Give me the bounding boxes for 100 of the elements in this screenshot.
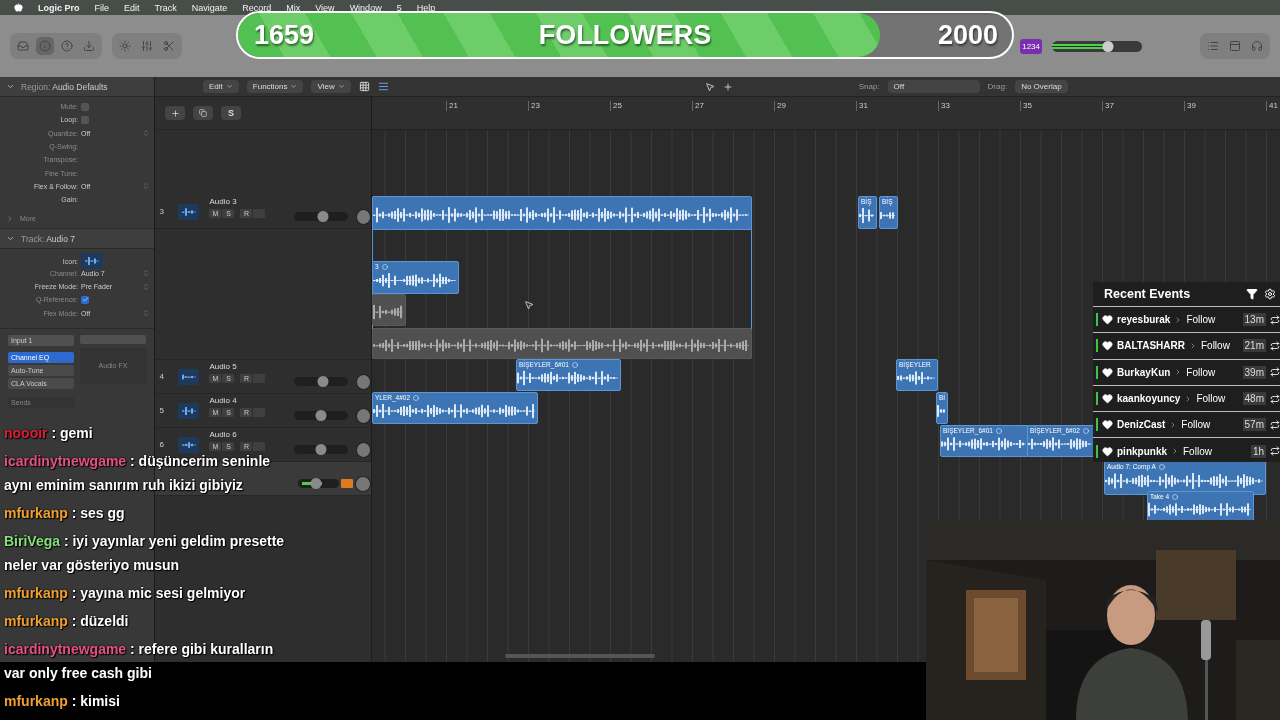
replay-icon[interactable] (1270, 340, 1280, 351)
loop-icon (571, 361, 578, 368)
menu-item[interactable]: Navigate (191, 2, 228, 13)
list-view-icon[interactable] (377, 81, 389, 92)
menu-item[interactable]: File (94, 2, 110, 13)
slider-thumb[interactable] (315, 410, 327, 421)
audio-region[interactable] (372, 294, 406, 326)
settings-icon[interactable] (1264, 288, 1276, 300)
bar-number: 33 (938, 101, 950, 111)
master-volume-slider[interactable] (1052, 40, 1142, 52)
waveform-drawing (85, 256, 99, 267)
pan-knob[interactable] (355, 373, 371, 390)
loop-icon (1082, 427, 1089, 434)
drag-label: Drag: (987, 82, 1008, 91)
bar-number: 21 (446, 101, 458, 111)
heart-icon (1102, 340, 1113, 352)
chevron-down-icon (225, 83, 233, 90)
menu-item[interactable]: Logic Pro (38, 2, 80, 13)
waveform-drawing (937, 402, 945, 420)
goal-count: 2000 (937, 19, 998, 51)
loop-icon (381, 263, 388, 270)
audio-region[interactable] (372, 328, 752, 359)
loop-icon (1172, 493, 1179, 500)
add-track-button[interactable] (165, 106, 185, 120)
volume-slider[interactable] (294, 212, 348, 221)
event-user: BurkayKun (1117, 366, 1171, 378)
loop-icon (413, 394, 420, 401)
menu-button[interactable]: Functions (246, 80, 304, 93)
replay-icon[interactable] (1270, 446, 1280, 457)
event-user: pinkpunkk (1117, 445, 1167, 457)
menu-item[interactable]: Help (416, 2, 436, 13)
loop-icon (995, 427, 1002, 434)
menu-item[interactable]: Mix (286, 2, 301, 13)
pan-knob[interactable] (355, 407, 371, 424)
menu-button[interactable]: View (311, 80, 351, 93)
event-time: 48m (1242, 392, 1266, 406)
waveform-icon[interactable] (81, 253, 103, 270)
menu-item[interactable]: Edit (124, 2, 140, 13)
chat-message: mfurkanp : kimisi (4, 692, 120, 711)
duplicate-track-button[interactable] (193, 106, 213, 120)
track-name[interactable]: Audio 3 (209, 197, 288, 207)
checkbox[interactable] (81, 115, 89, 124)
crosshair-tool-icon[interactable] (722, 81, 733, 92)
bar-number: 23 (528, 101, 540, 111)
event-time: 21m (1242, 339, 1266, 353)
drag-dropdown[interactable]: No Overlap (1015, 80, 1068, 93)
input-monitor-button[interactable] (341, 479, 354, 488)
slider-thumb[interactable] (310, 478, 322, 489)
filter-icon[interactable] (1246, 288, 1258, 300)
count-in-badge[interactable]: 1234 (1020, 38, 1042, 54)
bar-number: 29 (774, 101, 786, 111)
menu-item[interactable]: 5 (396, 2, 402, 13)
pointer-tool-icon[interactable] (704, 81, 715, 92)
bar-number: 31 (856, 101, 868, 111)
replay-icon[interactable] (1270, 367, 1280, 378)
heart-icon (1102, 419, 1113, 431)
scrollbar[interactable] (505, 654, 655, 658)
pan-knob[interactable] (355, 208, 371, 225)
waveform-drawing (373, 303, 403, 321)
inspector-icon[interactable] (36, 37, 54, 55)
slider-thumb[interactable] (1102, 40, 1114, 52)
replay-icon[interactable] (1270, 419, 1280, 430)
heart-icon (1102, 314, 1113, 326)
volume-slider[interactable] (294, 377, 348, 386)
bar-number: 37 (1102, 101, 1114, 111)
replay-icon[interactable] (1270, 314, 1280, 325)
waveform-drawing (181, 405, 196, 416)
slider-thumb[interactable] (317, 211, 329, 222)
bar-number: 39 (1184, 101, 1196, 111)
track-number: 5 (158, 406, 165, 415)
section-title[interactable]: Track: Audio 7 (21, 233, 76, 244)
menu-button[interactable]: Edit (203, 80, 239, 93)
plus-icon (170, 108, 180, 118)
volume-slider[interactable] (297, 479, 340, 488)
volume-slider[interactable] (294, 411, 348, 420)
track-name[interactable]: Audio 5 (209, 362, 288, 372)
menu-item[interactable]: View (315, 2, 335, 13)
chevron-icon[interactable] (6, 214, 14, 223)
pan-knob[interactable] (355, 441, 371, 458)
slider-thumb[interactable] (315, 444, 327, 455)
chat-message: icardinytnewgame : düşüncerim seninle aynı eminim sanırım ruh ikizi gibiyiz (4, 452, 272, 495)
waveform-drawing (897, 369, 935, 387)
menu-item[interactable]: Track (154, 2, 177, 13)
apple-logo-icon[interactable] (14, 3, 23, 12)
replay-icon[interactable] (1270, 393, 1280, 404)
chevron-icon[interactable] (6, 82, 15, 91)
snap-dropdown[interactable]: Off (887, 80, 980, 93)
track-name[interactable]: Audio 6 (209, 430, 288, 440)
track-name[interactable]: Audio 4 (209, 396, 288, 406)
volume-slider[interactable] (294, 445, 348, 454)
grid-icon[interactable] (358, 81, 370, 92)
slider-thumb[interactable] (317, 376, 329, 387)
pan-knob[interactable] (355, 475, 371, 492)
help-icon[interactable] (58, 37, 76, 55)
menu-item[interactable]: Record (242, 2, 272, 13)
menu-item[interactable]: Window (349, 2, 382, 13)
track-number: 4 (158, 372, 165, 381)
event-action: Follow (1196, 393, 1226, 405)
audio-region[interactable] (372, 196, 752, 230)
solo-button[interactable]: S (221, 106, 241, 120)
